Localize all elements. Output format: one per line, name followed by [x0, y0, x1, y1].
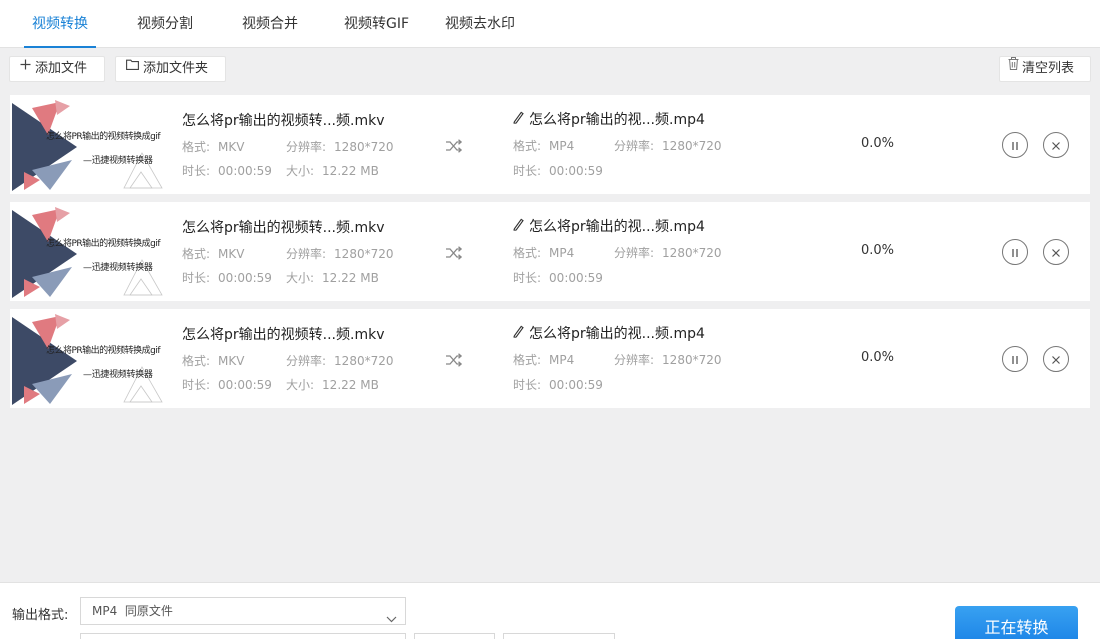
- add-folder-button[interactable]: 添加文件夹: [115, 56, 226, 82]
- remove-button[interactable]: [1043, 239, 1069, 265]
- output-duration: 时长: 00:00:59: [513, 378, 603, 392]
- shuffle-icon: [445, 352, 463, 367]
- plus-icon: [20, 55, 31, 79]
- convert-button[interactable]: 正在转换: [955, 606, 1078, 639]
- tab-video-to-gif[interactable]: 视频转GIF: [344, 0, 409, 48]
- edit-icon[interactable]: [513, 111, 524, 128]
- shuffle-icon: [445, 138, 463, 153]
- clear-list-label: 清空列表: [1022, 61, 1075, 76]
- output-file-name[interactable]: 怎么将pr输出的视...频.mp4: [513, 323, 705, 343]
- trash-icon: [1008, 55, 1019, 79]
- pause-icon: [1010, 136, 1020, 155]
- file-row: 怎么将PR输出的视频转换成gif —迅捷视频转换器 怎么将pr输出的视频转...…: [10, 309, 1090, 408]
- tab-video-split[interactable]: 视频分割: [137, 0, 193, 48]
- source-resolution: 分辨率: 1280*720: [286, 247, 394, 261]
- source-resolution: 分辨率: 1280*720: [286, 140, 394, 154]
- file-row: 怎么将PR输出的视频转换成gif —迅捷视频转换器 怎么将pr输出的视频转...…: [10, 95, 1090, 194]
- source-file-name: 怎么将pr输出的视频转...频.mkv: [182, 327, 385, 343]
- source-file-name: 怎么将pr输出的视频转...频.mkv: [182, 113, 385, 129]
- output-format: 格式: MP4: [513, 139, 575, 153]
- edit-icon[interactable]: [513, 218, 524, 235]
- output-file-name[interactable]: 怎么将pr输出的视...频.mp4: [513, 109, 705, 129]
- close-icon: [1051, 350, 1061, 369]
- add-folder-label: 添加文件夹: [143, 61, 209, 76]
- progress-percent: 0.0%: [861, 350, 895, 365]
- output-format: 格式: MP4: [513, 353, 575, 367]
- tab-remove-watermark[interactable]: 视频去水印: [445, 0, 515, 48]
- bottom-bar: 输出格式: MP4 同原文件 正在转换: [0, 582, 1100, 639]
- remove-button[interactable]: [1043, 132, 1069, 158]
- thumbnail-subcaption: —迅捷视频转换器: [83, 263, 153, 273]
- source-duration: 时长: 00:00:59: [182, 271, 272, 285]
- video-thumbnail: 怎么将PR输出的视频转换成gif —迅捷视频转换器: [12, 205, 172, 298]
- output-format-select[interactable]: MP4 同原文件: [80, 597, 406, 625]
- source-size: 大小: 12.22 MB: [286, 378, 379, 392]
- edit-icon[interactable]: [513, 325, 524, 342]
- pause-icon: [1010, 243, 1020, 262]
- progress-percent: 0.0%: [861, 136, 895, 151]
- pause-button[interactable]: [1002, 239, 1028, 265]
- source-format: 格式: MKV: [182, 354, 245, 368]
- folder-icon: [126, 55, 139, 79]
- thumbnail-caption: 怎么将PR输出的视频转换成gif: [46, 239, 161, 249]
- output-duration: 时长: 00:00:59: [513, 164, 603, 178]
- video-thumbnail: 怎么将PR输出的视频转换成gif —迅捷视频转换器: [12, 98, 172, 191]
- file-row: 怎么将PR输出的视频转换成gif —迅捷视频转换器 怎么将pr输出的视频转...…: [10, 202, 1090, 301]
- video-thumbnail: 怎么将PR输出的视频转换成gif —迅捷视频转换器: [12, 312, 172, 405]
- thumbnail-subcaption: —迅捷视频转换器: [83, 156, 153, 166]
- source-resolution: 分辨率: 1280*720: [286, 354, 394, 368]
- output-format-label: 输出格式:: [12, 608, 69, 623]
- output-duration: 时长: 00:00:59: [513, 271, 603, 285]
- add-file-label: 添加文件: [35, 61, 88, 76]
- chevron-down-icon: [386, 606, 397, 632]
- source-file-name: 怎么将pr输出的视频转...频.mkv: [182, 220, 385, 236]
- output-path-field[interactable]: [80, 633, 406, 639]
- tab-video-convert[interactable]: 视频转换: [24, 0, 96, 48]
- change-path-button[interactable]: [414, 633, 495, 639]
- source-duration: 时长: 00:00:59: [182, 378, 272, 392]
- add-file-button[interactable]: 添加文件: [9, 56, 105, 82]
- output-resolution: 分辨率: 1280*720: [614, 353, 722, 367]
- tab-bar: 视频转换 视频分割 视频合并 视频转GIF 视频去水印: [0, 0, 1100, 48]
- tab-video-merge[interactable]: 视频合并: [242, 0, 298, 48]
- output-format: 格式: MP4: [513, 246, 575, 260]
- output-format-value: MP4 同原文件: [92, 604, 173, 618]
- close-icon: [1051, 136, 1061, 155]
- output-resolution: 分辨率: 1280*720: [614, 246, 722, 260]
- pause-button[interactable]: [1002, 346, 1028, 372]
- pause-icon: [1010, 350, 1020, 369]
- source-size: 大小: 12.22 MB: [286, 164, 379, 178]
- shuffle-icon: [445, 245, 463, 260]
- open-folder-button[interactable]: [503, 633, 615, 639]
- progress-percent: 0.0%: [861, 243, 895, 258]
- output-resolution: 分辨率: 1280*720: [614, 139, 722, 153]
- source-size: 大小: 12.22 MB: [286, 271, 379, 285]
- thumbnail-caption: 怎么将PR输出的视频转换成gif: [46, 132, 161, 142]
- pause-button[interactable]: [1002, 132, 1028, 158]
- source-duration: 时长: 00:00:59: [182, 164, 272, 178]
- output-file-name[interactable]: 怎么将pr输出的视...频.mp4: [513, 216, 705, 236]
- thumbnail-caption: 怎么将PR输出的视频转换成gif: [46, 346, 161, 356]
- source-format: 格式: MKV: [182, 247, 245, 261]
- remove-button[interactable]: [1043, 346, 1069, 372]
- thumbnail-subcaption: —迅捷视频转换器: [83, 370, 153, 380]
- close-icon: [1051, 243, 1061, 262]
- clear-list-button[interactable]: 清空列表: [999, 56, 1091, 82]
- source-format: 格式: MKV: [182, 140, 245, 154]
